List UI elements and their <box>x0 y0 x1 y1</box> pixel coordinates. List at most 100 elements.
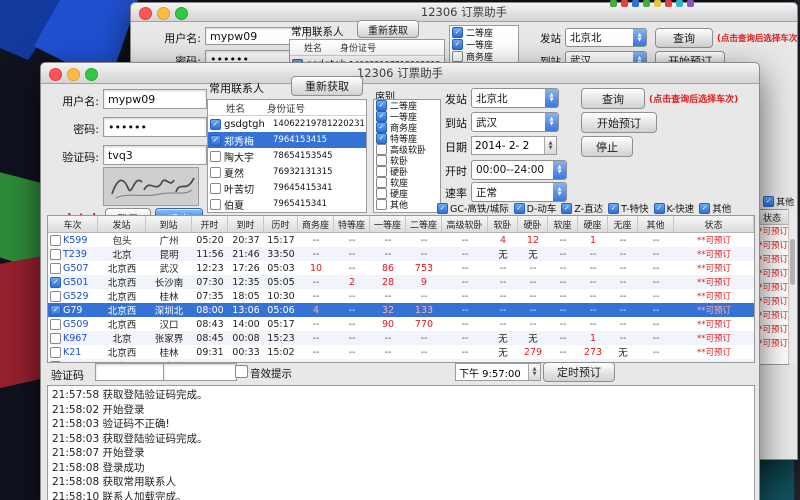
captcha-image[interactable] <box>103 167 199 206</box>
contact-row[interactable]: 叶苦切79645415341 <box>208 180 366 196</box>
filter-checkbox[interactable]: ✓ <box>654 203 665 214</box>
contact-checkbox[interactable] <box>210 167 221 178</box>
train-checkbox[interactable] <box>50 263 61 274</box>
seat-checkbox[interactable]: ✓ <box>376 133 387 144</box>
column-header[interactable]: 软卧 <box>488 216 518 232</box>
contact-checkbox[interactable]: ✓ <box>210 135 221 146</box>
seat-checkbox[interactable]: ✓ <box>452 39 463 50</box>
train-checkbox[interactable] <box>50 291 61 302</box>
train-row[interactable]: G529北京西桂林07:3518:0510:30----------------… <box>48 289 754 303</box>
from-select[interactable]: 北京北 ▲▼ <box>471 88 559 108</box>
train-filter[interactable]: ✓K-快速 <box>654 201 695 215</box>
start-booking-button[interactable]: 开始预订 <box>581 112 657 133</box>
log-area[interactable]: 21:57:58 获取登陆验证码完成。21:58:02 开始登录21:58:03… <box>47 385 755 500</box>
contact-checkbox[interactable] <box>210 151 221 162</box>
column-header[interactable]: 无座 <box>608 216 638 232</box>
filter-checkbox[interactable]: ✓ <box>514 203 525 214</box>
train-filter[interactable]: ✓D-动车 <box>514 201 557 215</box>
train-filter[interactable]: ✓GC-高铁/城际 <box>437 201 509 215</box>
seat-checkbox[interactable]: ✓ <box>376 111 387 122</box>
timed-booking-button[interactable]: 定时预订 <box>543 362 615 382</box>
captcha-input[interactable]: tvq3 <box>103 145 207 165</box>
depart-time-select[interactable]: 00:00--24:00 ▲▼ <box>471 160 567 180</box>
back-titlebar[interactable]: 12306 订票助手 <box>131 3 797 22</box>
seat-checkbox[interactable] <box>376 188 387 199</box>
filter-checkbox[interactable]: ✓ <box>699 203 710 214</box>
query-button[interactable]: 查询 <box>581 88 645 109</box>
refresh-contacts-button[interactable]: 重新获取 <box>357 20 419 38</box>
close-button[interactable] <box>49 68 62 81</box>
contact-row[interactable]: ✓gsdgtgh140622197812202315 <box>208 116 366 132</box>
contact-checkbox[interactable]: ✓ <box>210 119 221 130</box>
column-header[interactable]: 其他 <box>638 216 674 232</box>
zoom-button[interactable] <box>85 68 98 81</box>
train-row[interactable]: K599包头广州05:2020:3715:17----------412--1-… <box>48 233 754 247</box>
column-header[interactable]: 到站 <box>146 216 192 232</box>
minimize-button[interactable] <box>67 68 80 81</box>
contact-row[interactable]: 陶大宇78654153545 <box>208 148 366 164</box>
sound-checkbox[interactable] <box>235 365 248 378</box>
query-button[interactable]: 查询 <box>655 28 713 48</box>
filter-checkbox[interactable]: ✓ <box>608 203 619 214</box>
train-filter[interactable]: ✓T-特快 <box>608 201 648 215</box>
column-header[interactable]: 商务座 <box>298 216 334 232</box>
stop-button[interactable]: 停止 <box>581 136 633 157</box>
column-header[interactable]: 特等座 <box>334 216 370 232</box>
seat-type-option[interactable]: 其他 <box>374 199 440 210</box>
seat-type-list[interactable]: ✓二等座✓一等座✓商务座✓特等座高级软卧软卧硬卧软座硬座其他 <box>373 99 441 213</box>
column-header[interactable]: 到时 <box>228 216 264 232</box>
train-checkbox[interactable] <box>50 361 61 364</box>
seat-checkbox[interactable]: ✓ <box>452 27 463 38</box>
train-row[interactable]: T239北京昆明11:5621:4633:50----------无无-----… <box>48 247 754 261</box>
refresh-contacts-button[interactable]: 重新获取 <box>291 76 363 96</box>
seat-checkbox[interactable]: ✓ <box>376 122 387 133</box>
back-table-scrollbar[interactable] <box>788 209 796 363</box>
column-header[interactable]: 一等座 <box>370 216 406 232</box>
column-header[interactable]: 开时 <box>192 216 228 232</box>
contact-checkbox[interactable] <box>210 183 221 194</box>
password-input[interactable]: •••••• <box>103 117 207 137</box>
to-select[interactable]: 武汉 ▲▼ <box>471 112 559 132</box>
column-header[interactable]: 硬座 <box>578 216 608 232</box>
train-row[interactable]: G509北京西汉口08:4314:0005:17----90770-------… <box>48 317 754 331</box>
filter-checkbox[interactable]: ✓ <box>763 196 774 207</box>
front-titlebar[interactable]: 12306 订票助手 <box>41 63 759 84</box>
column-header[interactable]: 软座 <box>548 216 578 232</box>
train-row[interactable]: K21北京西桂林09:3100:3315:02----------无279--2… <box>48 345 754 359</box>
seat-checkbox[interactable]: ✓ <box>376 100 387 111</box>
train-checkbox[interactable] <box>50 235 61 246</box>
username-input[interactable]: mypw09 <box>103 89 207 109</box>
seat-checkbox[interactable] <box>376 144 387 155</box>
train-checkbox[interactable] <box>50 319 61 330</box>
seat-checkbox[interactable] <box>376 177 387 188</box>
seat-checkbox[interactable] <box>376 199 387 210</box>
seat-checkbox[interactable] <box>376 155 387 166</box>
speed-select[interactable]: 正常 ▲▼ <box>471 182 567 202</box>
seat-checkbox[interactable] <box>452 51 463 62</box>
train-checkbox[interactable] <box>50 249 61 260</box>
contact-checkbox[interactable] <box>210 199 221 210</box>
train-filter[interactable]: ✓其他 <box>699 201 731 215</box>
timer-time-stepper[interactable]: 下午 9:57:00 ▲▼ <box>455 363 541 381</box>
train-table[interactable]: 车次发站到站开时到时历时商务座特等座一等座二等座高级软卧软卧硬卧软座硬座无座其他… <box>47 215 755 363</box>
contact-row[interactable]: 伯夏7965415341 <box>208 196 366 212</box>
column-header[interactable]: 二等座 <box>406 216 442 232</box>
contact-row[interactable]: 夏然76932131315 <box>208 164 366 180</box>
train-checkbox[interactable] <box>50 333 61 344</box>
seat-type-option[interactable]: 商务座 <box>450 50 518 62</box>
close-button[interactable] <box>139 7 152 20</box>
contacts-list[interactable]: 姓名 身份证号 ✓gsdgtgh140622197812202315✓郑秀梅79… <box>207 99 367 213</box>
from-select[interactable]: 北京北 ▲▼ <box>565 28 647 47</box>
filter-checkbox[interactable]: ✓ <box>437 203 448 214</box>
zoom-button[interactable] <box>175 7 188 20</box>
train-row[interactable]: K967北京张家界08:4500:0815:23----------无无--1-… <box>48 331 754 345</box>
column-header[interactable]: 硬卧 <box>518 216 548 232</box>
train-row[interactable]: ✓G79北京西深圳北08:0013:0605:064--32133-------… <box>48 303 754 317</box>
train-row[interactable]: G507北京西武汉12:2317:2605:0310--86753-------… <box>48 261 754 275</box>
train-checkbox[interactable]: ✓ <box>50 305 61 316</box>
filter-checkbox[interactable]: ✓ <box>561 203 572 214</box>
seat-checkbox[interactable] <box>376 166 387 177</box>
minimize-button[interactable] <box>157 7 170 20</box>
train-row[interactable]: ✓G501北京西长沙南07:3012:3505:05--2289--------… <box>48 275 754 289</box>
train-checkbox[interactable]: ✓ <box>50 277 61 288</box>
